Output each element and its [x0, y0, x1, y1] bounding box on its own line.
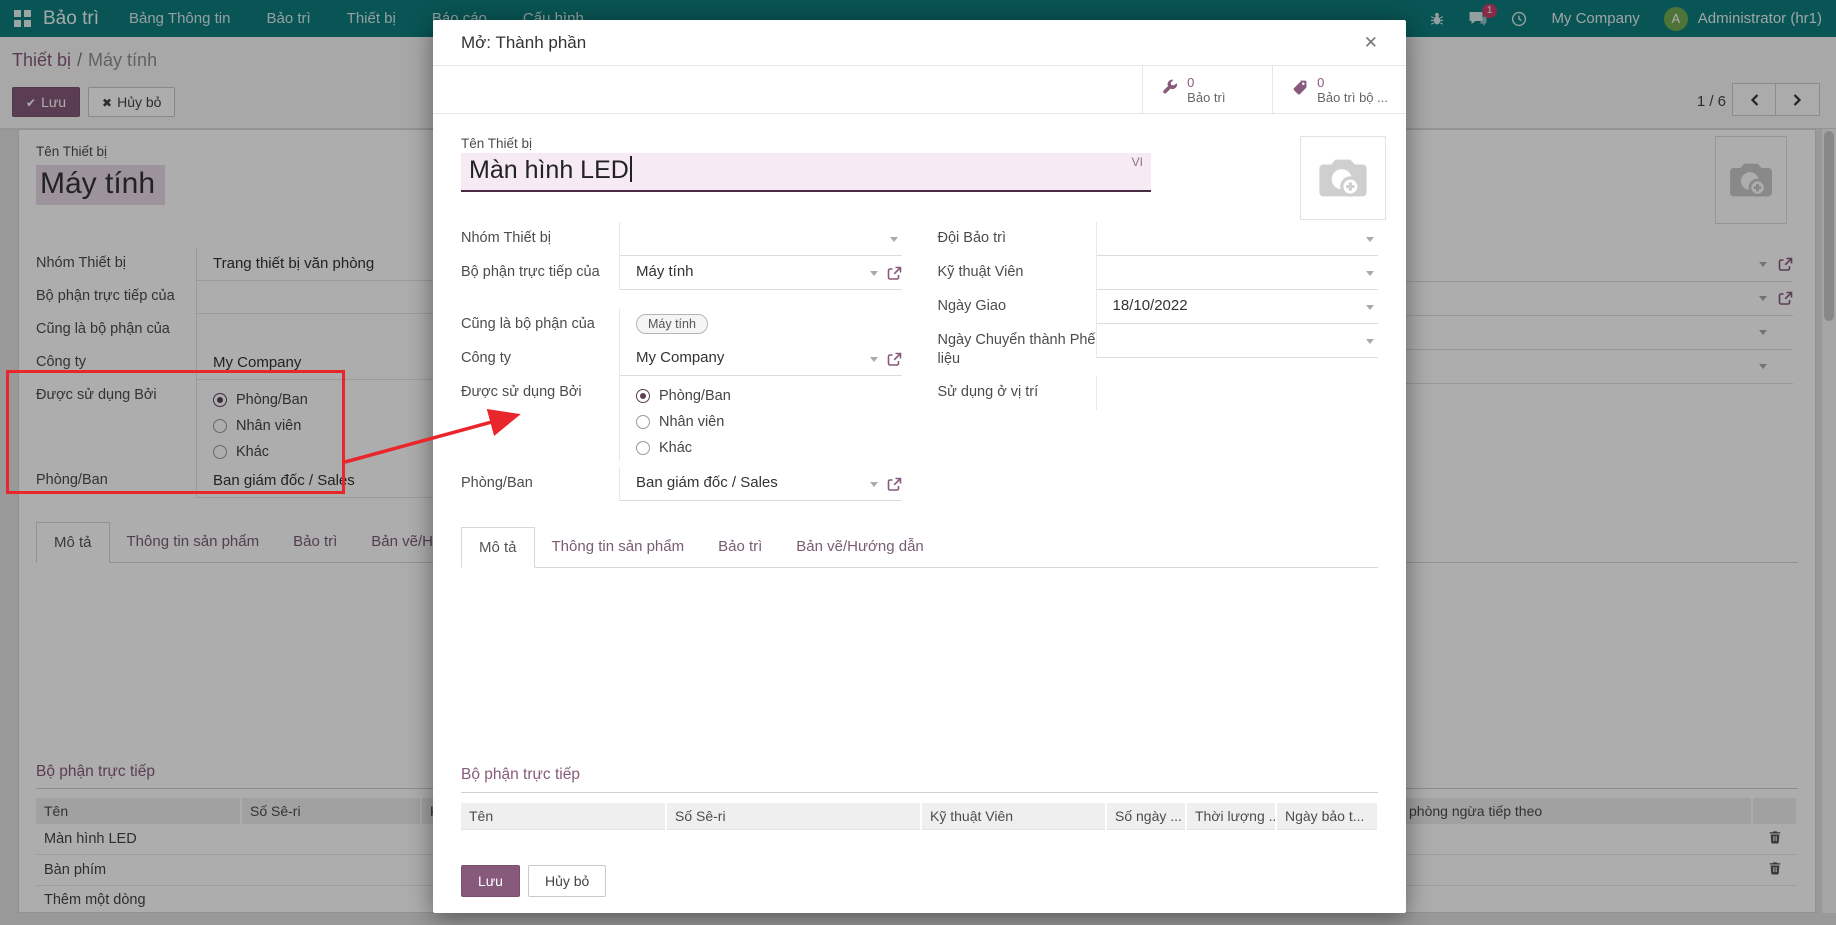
- modal-components-table: Tên Số Sê-ri Kỹ thuật Viên Số ngày ... T…: [461, 803, 1379, 830]
- dialog-title: Mở: Thành phần: [461, 33, 586, 53]
- caret-down-icon: [1366, 339, 1374, 344]
- caret-down-icon: [1366, 305, 1374, 310]
- modal-col-duration[interactable]: Thời lượng ...: [1186, 803, 1276, 830]
- modal-col-next-maintenance[interactable]: Ngày bảo t...: [1276, 803, 1378, 830]
- modal-name-label: Tên Thiết bị: [461, 136, 1378, 151]
- modal-image-placeholder[interactable]: [1300, 136, 1386, 220]
- modal-tab-content-empty: [461, 568, 1378, 766]
- caret-down-icon: [870, 357, 878, 362]
- modal-col-name[interactable]: Tên: [461, 803, 666, 830]
- field-company: Công ty My Company: [461, 342, 902, 376]
- modal-col-technician[interactable]: Kỹ thuật Viên: [921, 803, 1106, 830]
- modal-col-days[interactable]: Số ngày ...: [1106, 803, 1186, 830]
- field-equipment-group: Nhóm Thiết bị: [461, 222, 902, 256]
- modal-left-column: Nhóm Thiết bị Bộ phận trực tiếp của Máy …: [461, 222, 902, 501]
- field-technician: Kỹ thuật Viên: [938, 256, 1379, 290]
- modal-section-title: Bộ phận trực tiếp: [461, 766, 1378, 784]
- page: Bảo trì Bảng Thông tin Bảo trì Thiết bị …: [0, 0, 1836, 925]
- translation-badge[interactable]: VI: [1132, 155, 1143, 169]
- equipment-name-input[interactable]: Màn hình LED VI: [461, 153, 1151, 192]
- field-used-in-location: Sử dụng ở vị trí: [938, 376, 1379, 410]
- stat-button-bar: 0Bảo trì 0Bảo trì bộ ...: [433, 65, 1406, 114]
- field-department: Phòng/Ban Ban giám đốc / Sales: [461, 467, 902, 501]
- open-component-dialog: Mở: Thành phần ✕ 0Bảo trì 0Bảo trì bộ ..…: [433, 20, 1406, 913]
- field-maintenance-team: Đội Bảo trì: [938, 222, 1379, 256]
- field-used-by: Được sử dụng Bởi Phòng/Ban Nhân viên Khá…: [461, 376, 902, 461]
- tag-pill[interactable]: Máy tính: [636, 314, 708, 334]
- caret-down-icon: [1366, 271, 1374, 276]
- modal-radio-other[interactable]: Khác: [636, 435, 900, 461]
- close-icon[interactable]: ✕: [1364, 33, 1378, 53]
- external-link-icon[interactable]: [887, 266, 902, 285]
- caret-down-icon: [870, 482, 878, 487]
- modal-tab-drawings[interactable]: Bản vẽ/Hướng dẫn: [779, 527, 940, 567]
- caret-down-icon: [1366, 237, 1374, 242]
- modal-tab-maintenance[interactable]: Bảo trì: [701, 527, 779, 567]
- external-link-icon[interactable]: [887, 352, 902, 371]
- tag-icon: [1291, 79, 1308, 101]
- text-cursor: [630, 156, 632, 182]
- modal-tab-product-info[interactable]: Thông tin sản phẩm: [535, 527, 702, 567]
- wrench-icon: [1161, 79, 1178, 101]
- radio-icon: [636, 441, 650, 455]
- field-direct-part-of: Bộ phận trực tiếp của Máy tính: [461, 256, 902, 308]
- modal-radio-department[interactable]: Phòng/Ban: [636, 383, 900, 409]
- modal-field-grid: Nhóm Thiết bị Bộ phận trực tiếp của Máy …: [461, 222, 1378, 501]
- modal-save-button[interactable]: Lưu: [461, 865, 520, 897]
- camera-plus-icon: [1313, 151, 1373, 205]
- dialog-body: Tên Thiết bị Màn hình LED VI Nhóm Thiết …: [433, 114, 1406, 830]
- radio-icon: [636, 415, 650, 429]
- modal-notebook-tabs: Mô tả Thông tin sản phẩm Bảo trì Bản vẽ/…: [461, 527, 1378, 568]
- modal-tab-description[interactable]: Mô tả: [461, 527, 535, 568]
- modal-right-column: Đội Bảo trì Kỹ thuật Viên Ngày Giao 18/1…: [938, 222, 1379, 501]
- dialog-footer: Lưu Hủy bỏ: [461, 865, 606, 897]
- dialog-header: Mở: Thành phần ✕: [433, 20, 1406, 65]
- stat-button-part-maintenance[interactable]: 0Bảo trì bộ ...: [1272, 66, 1406, 113]
- radio-selected-icon: [636, 389, 650, 403]
- caret-down-icon: [870, 271, 878, 276]
- field-assigned-date: Ngày Giao 18/10/2022: [938, 290, 1379, 324]
- external-link-icon[interactable]: [887, 477, 902, 496]
- field-also-part-of: Cũng là bộ phận của Máy tính: [461, 308, 902, 342]
- stat-button-maintenance[interactable]: 0Bảo trì: [1142, 66, 1272, 113]
- divider: [461, 792, 1378, 793]
- modal-radio-employee[interactable]: Nhân viên: [636, 409, 900, 435]
- modal-col-serial[interactable]: Số Sê-ri: [666, 803, 921, 830]
- modal-discard-button[interactable]: Hủy bỏ: [528, 865, 606, 897]
- caret-down-icon: [890, 237, 898, 242]
- field-scrap-date: Ngày Chuyển thành Phế liệu: [938, 324, 1379, 376]
